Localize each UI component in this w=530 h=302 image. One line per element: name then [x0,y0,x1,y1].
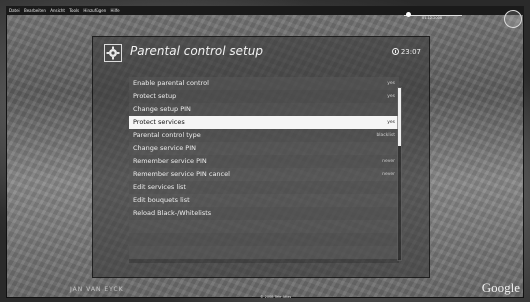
timeline-slider-icon[interactable]: 01.12.2008 [398,10,468,22]
list-item-label: Reload Black-/Whitelists [133,209,212,217]
list-item-value: yes [387,94,395,99]
menu-help[interactable]: Hilfe [110,8,119,13]
menu-file[interactable]: Datei [9,8,20,13]
map-street-label: JAN VAN EYCK [70,286,124,293]
clock-icon [391,48,399,55]
list-item-label: Edit services list [133,183,186,191]
list-item-label: Protect services [133,118,185,126]
list-item[interactable]: Remember service PIN never [129,155,399,168]
list-item[interactable]: Reload Black-/Whitelists [129,207,399,220]
list-item-value: never [382,159,395,164]
list-item-label: Change setup PIN [133,105,191,113]
list-item[interactable]: Change setup PIN [129,103,399,116]
timeline-knob[interactable] [406,12,411,17]
dialog-header: Parental control setup 23:07 [93,37,429,69]
list-item[interactable]: Edit bouquets list [129,194,399,207]
settings-list: Enable parental control yes Protect setu… [129,77,399,263]
list-item-value: yes [387,81,395,86]
list-item-value: yes [387,120,395,125]
list-item[interactable]: Parental control type blacklist [129,129,399,142]
list-item-label: Remember service PIN [133,157,207,165]
list-item-label: Edit bouquets list [133,196,190,204]
clock-display: 23:07 [391,48,421,56]
google-watermark: Google [481,280,520,295]
list-item-value: never [382,172,395,177]
list-item[interactable]: Change service PIN [129,142,399,155]
list-scrollbar[interactable] [397,87,402,261]
list-item-value: blacklist [376,133,395,138]
menu-add[interactable]: Hinzufügen [83,8,106,13]
menu-edit[interactable]: Bearbeiten [24,8,46,13]
map-copyright: © 2008 Tele Atlas [260,295,292,299]
empty-row [129,246,399,259]
list-item[interactable]: Edit services list [129,181,399,194]
menu-view[interactable]: Ansicht [50,8,65,13]
list-item[interactable]: Protect setup yes [129,90,399,103]
timeline-caption: 01.12.2008 [422,16,443,20]
list-item-label: Protect setup [133,92,177,100]
list-item-label: Remember service PIN cancel [133,170,230,178]
dialog-title: Parental control setup [130,44,263,58]
list-item[interactable]: Enable parental control yes [129,77,399,90]
clock-time: 23:07 [400,48,421,56]
list-item-label: Enable parental control [133,79,209,87]
empty-row [129,233,399,246]
gear-icon [104,44,122,62]
list-item-label: Change service PIN [133,144,197,152]
list-item-selected[interactable]: Protect services yes [129,116,399,129]
list-item[interactable]: Remember service PIN cancel never [129,168,399,181]
compass-icon[interactable] [504,10,522,28]
parental-control-dialog: Parental control setup 23:07 Enable pare… [92,36,430,278]
list-item-label: Parental control type [133,131,201,139]
menu-tools[interactable]: Tools [69,8,79,13]
empty-row [129,220,399,233]
scrollbar-thumb[interactable] [398,88,401,146]
